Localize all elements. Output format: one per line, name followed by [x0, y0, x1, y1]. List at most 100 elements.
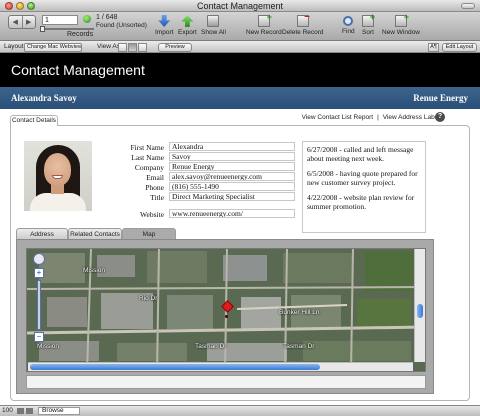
layout-select[interactable]: Change Mac Webviewer: [24, 42, 82, 52]
view-as-form-button[interactable]: [118, 42, 127, 52]
pan-control-icon[interactable]: [33, 253, 45, 265]
record-slider-thumb[interactable]: [40, 26, 45, 32]
record-number-input[interactable]: 1: [42, 15, 78, 25]
record-total: 1 / 648: [96, 14, 118, 21]
website-field[interactable]: www.renueenergy.com/: [169, 209, 295, 218]
last-name-field[interactable]: Savoy: [169, 152, 295, 161]
zoom-slider[interactable]: [37, 280, 41, 330]
help-icon[interactable]: ?: [435, 112, 445, 122]
last-name-label: Last Name: [131, 153, 164, 162]
layout-label: Layout:: [4, 43, 26, 50]
map-footer: [26, 375, 426, 389]
tab-contact-details[interactable]: Contact Details: [10, 115, 58, 126]
export-icon: [181, 15, 194, 27]
toolbar: ◀ ▶ 1 1 / 648 Found (Unsorted) Records I…: [0, 11, 480, 41]
phone-field[interactable]: (816) 555-1490: [169, 182, 295, 191]
view-as-table-button[interactable]: [138, 42, 147, 52]
map-vertical-scrollbar[interactable]: [414, 249, 425, 362]
export-label: Export: [178, 29, 197, 36]
mode-indicator[interactable]: Browse: [38, 407, 80, 415]
zoom-out-icon[interactable]: −: [34, 332, 44, 342]
map-zoom-control: + −: [33, 253, 45, 353]
zoom-out-status-icon[interactable]: [17, 408, 24, 414]
zoom-level[interactable]: 100: [2, 407, 13, 414]
new-window-icon: [394, 12, 409, 27]
preview-button[interactable]: Preview: [158, 42, 192, 52]
content-area: Contact Management Alexandra Savoy Renue…: [0, 53, 480, 405]
find-icon: [343, 16, 354, 26]
window-title: Contact Management: [196, 1, 284, 11]
next-record-icon[interactable]: ▶: [23, 16, 36, 28]
import-button[interactable]: Import: [155, 15, 173, 36]
link-separator: |: [377, 114, 379, 121]
map-panel: Rio Dr Bunker Hill Ln Tasman Dr Tasman D…: [16, 239, 434, 394]
new-window-label: New Window: [382, 29, 420, 36]
title-bar: Contact Management: [0, 0, 480, 12]
note-entry: 6/27/2008 - called and left message abou…: [307, 145, 414, 163]
view-as-list-button[interactable]: [128, 42, 137, 52]
note-entry: 6/5/2008 - having quote prepared for new…: [307, 169, 418, 187]
previous-record-icon[interactable]: ◀: [9, 16, 23, 28]
sort-button[interactable]: Sort: [362, 12, 375, 36]
status-bar: 100 Browse: [0, 405, 480, 416]
contact-summary-bar: Alexandra Savoy Renue Energy: [0, 87, 480, 109]
records-label: Records: [67, 31, 94, 38]
found-set-indicator-icon: [83, 15, 91, 23]
contact-photo[interactable]: [24, 141, 92, 211]
website-label: Website: [140, 210, 164, 219]
new-record-button[interactable]: New Record: [246, 12, 282, 36]
company-field[interactable]: Renue Energy: [169, 162, 295, 171]
map-horizontal-scroll-thumb[interactable]: [30, 364, 320, 370]
new-window-button[interactable]: New Window: [382, 12, 420, 36]
contact-name: Alexandra Savoy: [11, 93, 77, 103]
email-field[interactable]: alex.savoy@renueenergy.com: [169, 172, 295, 181]
map-vertical-scroll-thumb[interactable]: [417, 304, 423, 318]
company-label: Company: [134, 163, 164, 172]
street-label: Bunker Hill Ln: [279, 309, 320, 316]
view-contact-list-report-link[interactable]: View Contact List Report: [302, 114, 373, 121]
text-size-button[interactable]: A¶: [428, 42, 439, 52]
import-label: Import: [155, 29, 174, 36]
view-address-labels-link[interactable]: View Address Labels: [383, 114, 443, 121]
delete-record-label: Delete Record: [282, 29, 324, 36]
record-slider-track[interactable]: [40, 28, 94, 30]
phone-label: Phone: [145, 183, 164, 192]
title-label: Title: [150, 193, 164, 202]
delete-record-icon: [296, 11, 310, 27]
title-field[interactable]: Direct Marketing Specialist: [169, 192, 295, 201]
new-record-icon: [257, 12, 272, 27]
notes-field[interactable]: 6/27/2008 - called and left message abou…: [302, 141, 426, 233]
contact-company: Renue Energy: [413, 93, 468, 103]
report-links: View Contact List Report | View Address La…: [302, 114, 443, 121]
record-status: Found (Unsorted): [96, 22, 147, 29]
sort-icon: [362, 12, 375, 27]
app-header: Contact Management: [0, 53, 480, 87]
toolbar-toggle-button[interactable]: [461, 3, 475, 9]
find-label: Find: [342, 28, 355, 35]
import-icon: [158, 15, 171, 27]
sort-label: Sort: [362, 29, 374, 36]
note-entry: 4/22/2008 - website plan review for summ…: [307, 193, 415, 211]
street-label: Mission: [83, 267, 106, 274]
zoom-in-icon[interactable]: +: [34, 268, 44, 278]
first-name-field[interactable]: Alexandra: [169, 142, 295, 151]
page-title: Contact Management: [11, 62, 145, 78]
first-name-label: First Name: [130, 143, 164, 152]
street-label: Tasman Dr: [283, 343, 315, 350]
show-all-label: Show All: [201, 29, 226, 36]
layout-bar: Layout: Change Mac Webviewer View As: Pr…: [0, 41, 480, 53]
map-horizontal-scrollbar[interactable]: [28, 362, 413, 371]
delete-record-button[interactable]: Delete Record: [282, 11, 324, 36]
new-record-label: New Record: [246, 29, 282, 36]
find-button[interactable]: Find: [342, 15, 355, 35]
marker-shadow: [225, 315, 228, 318]
email-label: Email: [146, 173, 164, 182]
street-label: Tasman Dr: [195, 343, 227, 350]
map-view[interactable]: Rio Dr Bunker Hill Ln Tasman Dr Tasman D…: [26, 248, 426, 372]
zoom-in-status-icon[interactable]: [26, 408, 33, 414]
street-label: Rio Dr: [139, 295, 158, 302]
show-all-button[interactable]: Show All: [201, 15, 226, 36]
record-navigation: ◀ ▶: [8, 15, 36, 29]
export-button[interactable]: Export: [178, 15, 197, 36]
edit-layout-button[interactable]: Edit Layout: [442, 42, 477, 52]
